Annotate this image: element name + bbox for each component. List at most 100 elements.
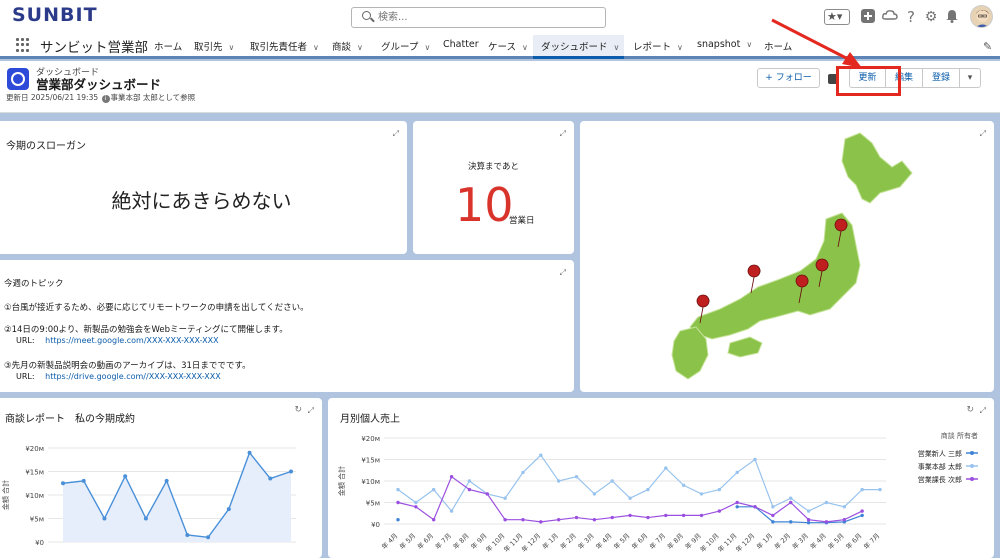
gear-icon[interactable]: ⚙ — [923, 9, 939, 25]
data-point — [592, 492, 597, 496]
chevron-down-icon[interactable]: ∨ — [313, 43, 319, 52]
data-point — [414, 505, 418, 509]
nav-item-label: Chatter — [443, 39, 479, 50]
data-point — [226, 507, 231, 512]
data-point — [860, 509, 864, 513]
search-input[interactable] — [376, 9, 576, 26]
chevron-down-icon[interactable]: ∨ — [424, 43, 430, 52]
x-tick-label: 年 1月 — [540, 531, 560, 551]
data-point — [735, 470, 739, 475]
y-tick-label: ¥20м — [361, 435, 380, 443]
nav-item[interactable]: snapshot ∨ — [697, 39, 752, 50]
data-point — [806, 509, 811, 513]
dashboard-icon — [7, 68, 29, 90]
data-point — [681, 483, 686, 487]
data-point — [414, 500, 418, 505]
sunbit-logo[interactable]: SUNBIT — [12, 4, 98, 26]
y-axis-label: 金額 合計 — [337, 466, 346, 496]
url-label: URL: — [16, 372, 35, 381]
x-tick-label: 年 7月 — [861, 531, 881, 551]
y-tick-label: ¥15м — [361, 457, 380, 465]
nav-item[interactable]: 商談 ∨ — [332, 39, 363, 53]
nav-item[interactable]: ホーム — [154, 39, 182, 53]
refresh-icon[interactable]: ↻ — [294, 405, 302, 415]
bell-icon[interactable] — [944, 9, 960, 25]
expand-icon[interactable]: ⤢ — [560, 268, 566, 278]
legend-marker — [970, 464, 974, 468]
subscribe-button[interactable]: 登録 — [922, 68, 960, 88]
countdown-value: 10 — [455, 178, 514, 232]
chevron-down-icon[interactable]: ∨ — [677, 43, 683, 52]
viewing-as-text: 事業本部 太郎として参照 — [110, 93, 196, 102]
data-point — [164, 478, 169, 483]
nav-item[interactable]: ケース ∨ — [488, 39, 528, 53]
japan-map[interactable] — [580, 121, 994, 392]
legend-marker — [970, 477, 974, 481]
refresh-icon[interactable]: ↻ — [966, 405, 974, 415]
nav-item[interactable]: 取引先 ∨ — [194, 39, 234, 53]
expand-icon[interactable]: ⤢ — [393, 129, 399, 139]
global-search[interactable] — [351, 7, 606, 28]
more-actions-button[interactable]: ▾ — [959, 68, 981, 88]
legend-title: 商談 所有者 — [941, 431, 978, 440]
edit-nav-icon[interactable]: ✎ — [983, 40, 992, 53]
y-tick-label: ¥10м — [25, 492, 44, 500]
data-point — [556, 479, 561, 483]
data-point — [664, 466, 668, 470]
cloud-help-icon[interactable] — [882, 9, 898, 25]
topic-url-row-1: URL: https://meet.google.com/XXX-XXX-XXX… — [16, 336, 219, 345]
chevron-down-icon[interactable]: ∨ — [614, 43, 620, 52]
nav-item[interactable]: Chatter — [443, 39, 479, 50]
chevron-down-icon[interactable]: ∨ — [522, 43, 528, 52]
x-tick-label: 年 4月 — [808, 531, 828, 551]
data-point — [735, 505, 739, 509]
weekly-topics-card: ⤢ 今週のトピック ①台風が接近するため、必要に応じてリモートワークの申請を出し… — [0, 260, 574, 392]
search-icon — [362, 11, 371, 20]
x-tick-label: 年 6月 — [629, 531, 649, 551]
data-point — [717, 509, 722, 513]
x-tick-label: 年 5月 — [397, 531, 417, 551]
chevron-down-icon[interactable]: ∨ — [229, 43, 235, 52]
x-tick-label: 年 6月 — [844, 531, 864, 551]
nav-item[interactable]: グループ ∨ — [381, 39, 430, 53]
x-tick-label: 年 3月 — [790, 531, 810, 551]
data-point — [268, 476, 273, 481]
data-point — [123, 474, 128, 479]
chevron-down-icon[interactable]: ∨ — [357, 43, 363, 52]
monthly-sales-line-chart[interactable]: ¥20м¥15м¥10м¥5м¥0金額 合計年 4月年 5月年 6月年 7月年 … — [328, 428, 994, 558]
expand-icon[interactable]: ⤢ — [980, 406, 986, 416]
expand-icon[interactable]: ⤢ — [560, 129, 566, 139]
app-launcher-icon[interactable] — [16, 38, 30, 52]
data-point — [432, 487, 436, 492]
user-avatar[interactable] — [970, 5, 993, 28]
expand-icon[interactable]: ⤢ — [308, 406, 314, 416]
meet-link[interactable]: https://meet.google.com/XXX-XXX-XXX-XXX — [45, 336, 218, 345]
data-point — [485, 492, 489, 496]
chart-title: 月別個人売上 — [340, 414, 400, 425]
data-point — [539, 520, 543, 524]
help-icon[interactable]: ? — [903, 9, 919, 25]
deals-area-chart[interactable]: ¥20м ¥15м ¥10м ¥5м ¥0 金額 合計 — [0, 434, 322, 558]
drive-link[interactable]: https://drive.google.com//XXX-XXX-XXX-XX… — [45, 372, 221, 381]
legend-label: 営業課長 次郎 — [918, 475, 962, 484]
data-point — [771, 520, 775, 524]
info-icon[interactable]: i — [101, 95, 110, 103]
data-point — [143, 516, 148, 521]
data-point — [521, 470, 525, 475]
nav-item[interactable]: 取引先責任者 ∨ — [250, 39, 319, 53]
chevron-down-icon[interactable]: ∨ — [746, 40, 752, 49]
deals-report-card: ↻ ⤢ 商談レポート 私の今期成約 ¥20м ¥15м ¥10м ¥5м ¥0 金額 合計 — [0, 398, 322, 558]
data-point — [592, 518, 597, 522]
last-updated-text: 更新日 2025/06/21 19:35 — [6, 93, 99, 102]
data-point — [664, 513, 668, 518]
data-point — [789, 500, 793, 505]
nav-item-label: グループ — [381, 42, 419, 53]
nav-item[interactable]: ダッシュボード ∨ — [541, 39, 619, 53]
y-tick-label: ¥0 — [35, 539, 44, 547]
countdown-unit: 営業日 — [509, 216, 535, 226]
x-tick-label: 年 12月 — [519, 531, 542, 554]
x-tick-label: 年 1月 — [754, 531, 774, 551]
nav-item[interactable]: レポート ∨ — [633, 39, 683, 53]
data-point — [878, 487, 882, 492]
x-tick-label: 年 5月 — [612, 531, 632, 551]
